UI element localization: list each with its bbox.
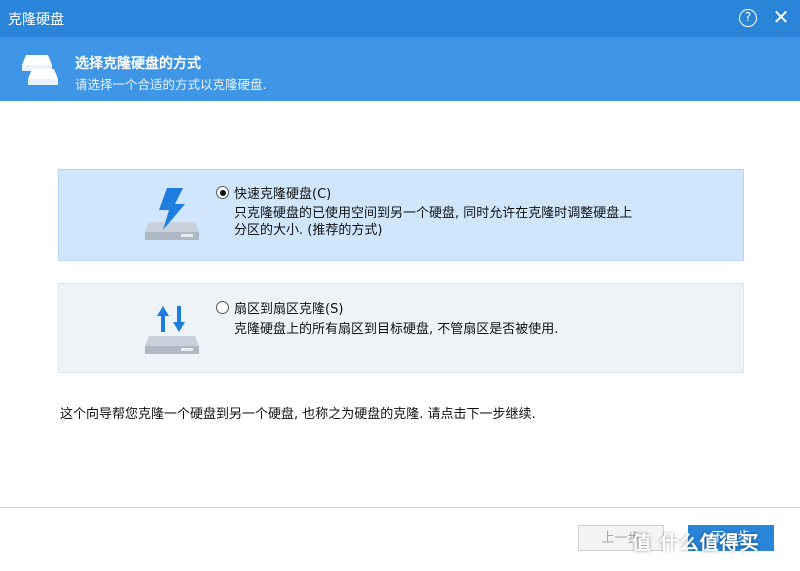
disk-clone-icon: [22, 55, 58, 85]
window-title: 克隆硬盘: [8, 12, 64, 28]
footer-divider: [0, 507, 800, 508]
fast-clone-label: 快速克隆硬盘(C): [234, 187, 332, 202]
disk-lightning-icon: [145, 188, 199, 240]
header-subtitle: 请选择一个合适的方式以克隆硬盘.: [75, 77, 267, 92]
close-icon[interactable]: ✕: [770, 6, 792, 28]
title-bar: 克隆硬盘 ? ✕: [0, 0, 800, 37]
watermark: 值 什么值得买: [632, 532, 760, 554]
wizard-header: 选择克隆硬盘的方式 请选择一个合适的方式以克隆硬盘.: [0, 37, 800, 101]
sector-clone-label: 扇区到扇区克隆(S): [234, 302, 344, 317]
clone-disk-window: 克隆硬盘 ? ✕ 选择克隆硬盘的方式 请选择一个合适的方式以克隆硬盘. 快速克隆…: [0, 0, 800, 571]
disk-arrows-icon: [145, 306, 199, 354]
fast-clone-description: 只克隆硬盘的已使用空间到另一个硬盘, 同时允许在克隆时调整硬盘上分区的大小. (…: [234, 206, 633, 238]
fast-clone-radio[interactable]: [216, 186, 229, 199]
wizard-note: 这个向导帮您克隆一个硬盘到另一个硬盘, 也称之为硬盘的克隆. 请点击下一步继续.: [60, 407, 536, 422]
option-fast-clone[interactable]: 快速克隆硬盘(C) 只克隆硬盘的已使用空间到另一个硬盘, 同时允许在克隆时调整硬…: [58, 169, 744, 261]
option-sector-clone[interactable]: 扇区到扇区克隆(S) 克隆硬盘上的所有扇区到目标硬盘, 不管扇区是否被使用.: [58, 283, 744, 373]
sector-clone-radio[interactable]: [216, 301, 229, 314]
sector-clone-description: 克隆硬盘上的所有扇区到目标硬盘, 不管扇区是否被使用.: [234, 322, 559, 337]
header-title: 选择克隆硬盘的方式: [75, 56, 201, 72]
help-icon[interactable]: ?: [739, 9, 757, 27]
